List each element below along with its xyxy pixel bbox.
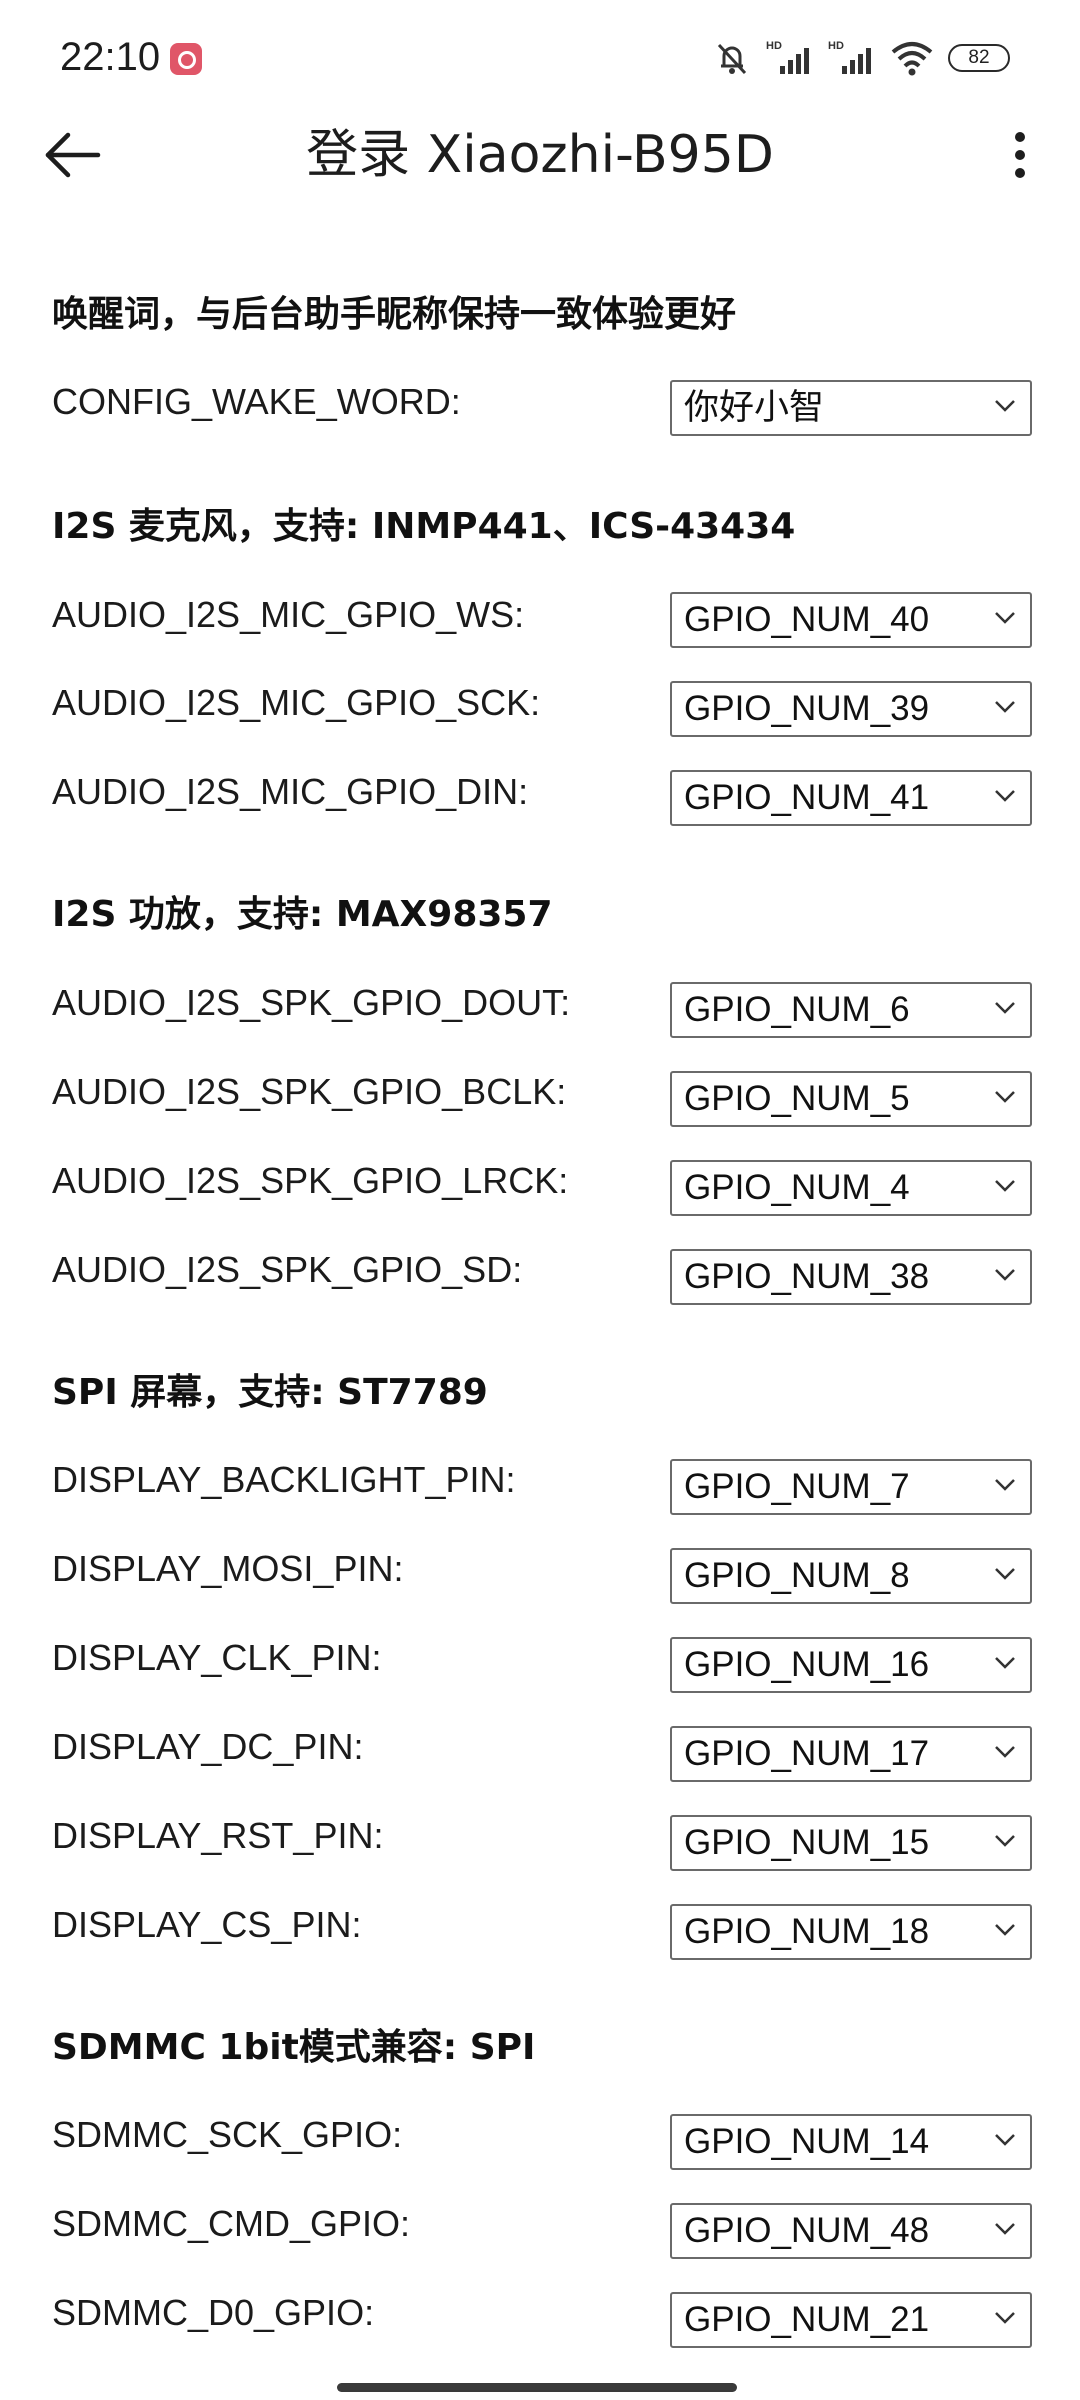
- battery-icon: 82: [948, 44, 1010, 72]
- field-label: DISPLAY_CS_PIN:: [52, 1904, 362, 1945]
- select-value: GPIO_NUM_16: [684, 1645, 930, 1684]
- signal-hd-icon: HD: [766, 40, 809, 74]
- select-value: GPIO_NUM_38: [684, 1257, 930, 1296]
- select-value: GPIO_NUM_41: [684, 778, 930, 817]
- field-label: CONFIG_WAKE_WORD:: [52, 381, 461, 422]
- display-rst-select[interactable]: GPIO_NUM_15: [670, 1815, 1032, 1871]
- field-label: AUDIO_I2S_MIC_GPIO_SCK:: [52, 682, 541, 723]
- field-label: DISPLAY_RST_PIN:: [52, 1815, 384, 1856]
- field-label: SDMMC_CMD_GPIO:: [52, 2203, 411, 2244]
- select-value: GPIO_NUM_5: [684, 1079, 910, 1118]
- status-bar: 22:10 HD HD 82: [0, 0, 1080, 115]
- chevron-down-icon: [995, 2223, 1015, 2235]
- sdmmc-cmd-select[interactable]: GPIO_NUM_48: [670, 2203, 1032, 2259]
- spk-lrck-select[interactable]: GPIO_NUM_4: [670, 1160, 1032, 1216]
- field-label: AUDIO_I2S_SPK_GPIO_BCLK:: [52, 1071, 567, 1112]
- display-dc-select[interactable]: GPIO_NUM_17: [670, 1726, 1032, 1782]
- app-bar: 登录 Xiaozhi-B95D: [0, 115, 1080, 195]
- display-backlight-select[interactable]: GPIO_NUM_7: [670, 1459, 1032, 1515]
- select-value: 你好小智: [684, 388, 825, 427]
- chevron-down-icon: [995, 2134, 1015, 2146]
- chevron-down-icon: [995, 612, 1015, 624]
- field-label: AUDIO_I2S_SPK_GPIO_SD:: [52, 1249, 523, 1290]
- mic-din-select[interactable]: GPIO_NUM_41: [670, 770, 1032, 826]
- svg-text:HD: HD: [766, 40, 782, 52]
- chevron-down-icon: [995, 1091, 1015, 1103]
- field-label: AUDIO_I2S_MIC_GPIO_DIN:: [52, 771, 529, 812]
- select-value: GPIO_NUM_48: [684, 2211, 930, 2250]
- field-label: DISPLAY_MOSI_PIN:: [52, 1548, 404, 1589]
- mic-sck-select[interactable]: GPIO_NUM_39: [670, 681, 1032, 737]
- page-title: 登录 Xiaozhi-B95D: [306, 125, 774, 185]
- select-value: GPIO_NUM_14: [684, 2122, 930, 2161]
- select-value: GPIO_NUM_15: [684, 1823, 930, 1862]
- select-value: GPIO_NUM_7: [684, 1467, 910, 1506]
- chevron-down-icon: [995, 1180, 1015, 1192]
- chevron-down-icon: [995, 1269, 1015, 1281]
- mute-icon: [717, 43, 747, 75]
- wifi-icon: [891, 42, 933, 76]
- signal-hd-icon: HD: [828, 40, 871, 74]
- field-label: AUDIO_I2S_MIC_GPIO_WS:: [52, 594, 525, 635]
- status-icons: HD HD 82: [712, 36, 1010, 80]
- chevron-down-icon: [995, 701, 1015, 713]
- sdmmc-d0-select[interactable]: GPIO_NUM_21: [670, 2292, 1032, 2348]
- section-heading-sdmmc: SDMMC 1bit模式兼容: SPI: [52, 2027, 536, 2068]
- field-label: DISPLAY_DC_PIN:: [52, 1726, 364, 1767]
- select-value: GPIO_NUM_39: [684, 689, 930, 728]
- select-value: GPIO_NUM_8: [684, 1556, 910, 1595]
- section-heading-wake-word: 唤醒词，与后台助手昵称保持一致体验更好: [52, 294, 737, 335]
- chevron-down-icon: [995, 1924, 1015, 1936]
- select-value: GPIO_NUM_40: [684, 600, 930, 639]
- chevron-down-icon: [995, 790, 1015, 802]
- chevron-down-icon: [995, 2312, 1015, 2324]
- more-button[interactable]: [1000, 125, 1040, 185]
- field-label: SDMMC_SCK_GPIO:: [52, 2114, 403, 2155]
- chevron-down-icon: [995, 1568, 1015, 1580]
- display-mosi-select[interactable]: GPIO_NUM_8: [670, 1548, 1032, 1604]
- field-label: AUDIO_I2S_SPK_GPIO_LRCK:: [52, 1160, 569, 1201]
- chevron-down-icon: [995, 1002, 1015, 1014]
- more-vertical-icon: [1015, 132, 1025, 178]
- chevron-down-icon: [995, 1479, 1015, 1491]
- app-notification-icon: [170, 43, 202, 75]
- spk-sd-select[interactable]: GPIO_NUM_38: [670, 1249, 1032, 1305]
- field-label: AUDIO_I2S_SPK_GPIO_DOUT:: [52, 982, 571, 1023]
- section-heading-spi-display: SPI 屏幕，支持: ST7789: [52, 1372, 488, 1413]
- chevron-down-icon: [995, 1835, 1015, 1847]
- status-time: 22:10: [60, 35, 161, 79]
- chevron-down-icon: [995, 400, 1015, 412]
- mic-ws-select[interactable]: GPIO_NUM_40: [670, 592, 1032, 648]
- field-label: DISPLAY_BACKLIGHT_PIN:: [52, 1459, 516, 1500]
- section-heading-i2s-mic: I2S 麦克风，支持: INMP441、ICS-43434: [52, 506, 796, 547]
- display-clk-select[interactable]: GPIO_NUM_16: [670, 1637, 1032, 1693]
- field-label: SDMMC_D0_GPIO:: [52, 2292, 375, 2333]
- home-indicator[interactable]: [337, 2383, 737, 2392]
- spk-dout-select[interactable]: GPIO_NUM_6: [670, 982, 1032, 1038]
- spk-bclk-select[interactable]: GPIO_NUM_5: [670, 1071, 1032, 1127]
- select-value: GPIO_NUM_21: [684, 2300, 930, 2339]
- sdmmc-sck-select[interactable]: GPIO_NUM_14: [670, 2114, 1032, 2170]
- select-value: GPIO_NUM_4: [684, 1168, 910, 1207]
- select-value: GPIO_NUM_17: [684, 1734, 930, 1773]
- section-heading-i2s-amp: I2S 功放，支持: MAX98357: [52, 894, 553, 935]
- display-cs-select[interactable]: GPIO_NUM_18: [670, 1904, 1032, 1960]
- select-value: GPIO_NUM_18: [684, 1912, 930, 1951]
- chevron-down-icon: [995, 1657, 1015, 1669]
- field-label: DISPLAY_CLK_PIN:: [52, 1637, 382, 1678]
- svg-text:HD: HD: [828, 40, 844, 52]
- chevron-down-icon: [995, 1746, 1015, 1758]
- wake-word-select[interactable]: 你好小智: [670, 380, 1032, 436]
- select-value: GPIO_NUM_6: [684, 990, 910, 1029]
